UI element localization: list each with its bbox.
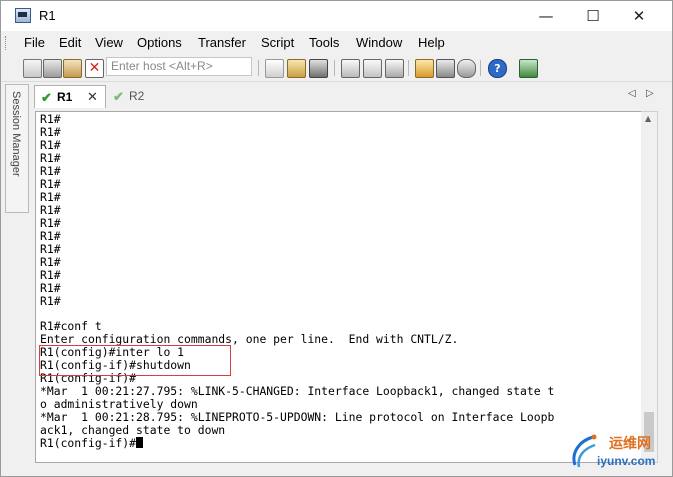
maximize-button[interactable]: ☐ <box>570 1 616 31</box>
keymap-icon[interactable] <box>457 59 476 78</box>
tab-scroll-left-icon[interactable]: ◁ <box>628 88 636 99</box>
menu-window[interactable]: Window <box>356 35 402 50</box>
copy-icon[interactable] <box>265 59 284 78</box>
toolbar: ✕ Enter host <Alt+R> ? <box>1 55 672 82</box>
session-options-icon[interactable] <box>415 59 434 78</box>
watermark: 运维网 iyunv.com <box>561 429 672 476</box>
print-selection-icon[interactable] <box>363 59 382 78</box>
session-manager-label: Session Manager <box>10 91 22 177</box>
quick-connect-icon[interactable] <box>43 59 62 78</box>
minimize-button[interactable]: — <box>523 1 569 31</box>
tab-scroll-right-icon[interactable]: ▷ <box>646 88 654 99</box>
terminal-output[interactable]: R1# R1# R1# R1# R1# R1# R1# R1# R1# R1# … <box>35 111 643 463</box>
terminal-scrollbar[interactable]: ▲ <box>641 111 658 463</box>
watermark-url: iyunv.com <box>597 454 656 468</box>
menu-transfer[interactable]: Transfer <box>198 35 246 50</box>
help-icon[interactable]: ? <box>488 59 507 78</box>
watermark-brand: 运维网 <box>609 436 651 452</box>
menu-view[interactable]: View <box>95 35 123 50</box>
terminal-prompt: R1(config-if)# <box>40 436 137 450</box>
find-icon[interactable] <box>309 59 328 78</box>
toolbar-divider <box>480 60 481 76</box>
tab-bar: ✔ R1 ✕ ✔ R2 ◁ ▷ <box>32 84 660 108</box>
scroll-up-icon[interactable]: ▲ <box>645 114 651 123</box>
print-setup-icon[interactable] <box>385 59 404 78</box>
session-manager-panel[interactable]: Session Manager <box>5 84 29 213</box>
tab-r1-label: R1 <box>57 90 73 104</box>
window-title: R1 <box>39 8 56 23</box>
menu-edit[interactable]: Edit <box>59 35 81 50</box>
global-options-icon[interactable] <box>436 59 455 78</box>
connect-icon[interactable] <box>23 59 42 78</box>
tab-r2-label: R2 <box>129 89 145 103</box>
highlight-box <box>39 345 231 376</box>
menubar-grip <box>5 36 9 50</box>
menu-bar: File Edit View Options Transfer Script T… <box>1 32 672 54</box>
app-icon <box>15 8 31 23</box>
tab-close-icon[interactable]: ✕ <box>87 89 98 105</box>
toolbar-divider <box>258 60 259 76</box>
print-icon[interactable] <box>341 59 360 78</box>
menu-tools[interactable]: Tools <box>309 35 339 50</box>
close-button[interactable]: ✕ <box>616 1 662 31</box>
menu-options[interactable]: Options <box>137 35 182 50</box>
menu-file[interactable]: File <box>24 35 45 50</box>
toolbar-divider <box>334 60 335 76</box>
title-bar: R1 — ☐ ✕ <box>1 1 672 31</box>
tab-r1[interactable]: ✔ R1 ✕ <box>34 85 106 108</box>
menu-script[interactable]: Script <box>261 35 294 50</box>
reconnect-icon[interactable] <box>63 59 82 78</box>
sftp-icon[interactable] <box>519 59 538 78</box>
terminal-prompt-line: R1(config-if)# <box>40 436 144 450</box>
connected-check-icon: ✔ <box>113 89 124 104</box>
tab-r2[interactable]: ✔ R2 <box>107 85 157 107</box>
text-cursor <box>136 437 144 448</box>
connected-check-icon: ✔ <box>41 90 52 105</box>
securecrt-window: R1 — ☐ ✕ File Edit View Options Transfer… <box>0 0 673 477</box>
host-input[interactable]: Enter host <Alt+R> <box>106 57 252 76</box>
toolbar-divider <box>408 60 409 76</box>
terminal-line: R1# <box>40 294 61 308</box>
disconnect-icon[interactable]: ✕ <box>85 59 104 78</box>
paste-icon[interactable] <box>287 59 306 78</box>
menu-help[interactable]: Help <box>418 35 445 50</box>
